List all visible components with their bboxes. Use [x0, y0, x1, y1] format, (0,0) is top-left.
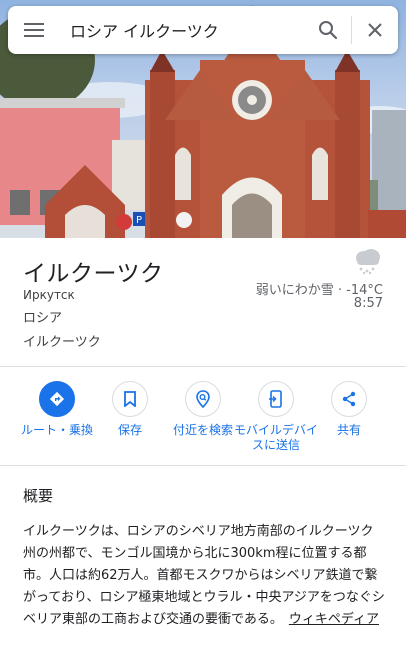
share-icon: [342, 391, 356, 407]
svg-text:P: P: [136, 215, 142, 226]
share-label: 共有: [336, 423, 361, 437]
snow-cloud-icon: [356, 249, 380, 274]
search-button[interactable]: [305, 6, 351, 54]
directions-circle[interactable]: [39, 381, 75, 417]
search-bar[interactable]: ロシア イルクーツク: [8, 6, 398, 54]
place-title: イルクーツク: [23, 261, 164, 287]
close-button[interactable]: [352, 6, 398, 54]
send-to-device-icon: [269, 390, 282, 408]
directions-icon: [49, 391, 65, 407]
search-input[interactable]: ロシア イルクーツク: [60, 18, 305, 42]
share-button[interactable]: 共有: [304, 381, 394, 438]
overview-title: 概要: [23, 487, 54, 505]
nearby-search-icon: [196, 390, 210, 408]
share-circle[interactable]: [331, 381, 367, 417]
action-bar: ルート・乗換 保存 付近を検索 モバイルデバイスに送信 共有: [0, 367, 406, 465]
place-native-name: Иркутск: [23, 288, 75, 302]
overview-text: イルクーツクは、ロシアのシベリア地方南部のイルクーツク州の州都で、モンゴル国境か…: [23, 521, 385, 631]
close-icon: [368, 23, 382, 37]
wikipedia-link[interactable]: ウィキペディア: [289, 612, 379, 627]
search-icon: [319, 21, 338, 40]
save-circle[interactable]: [112, 381, 148, 417]
place-country: ロシア: [23, 311, 63, 326]
place-header: イルクーツク Иркутск ロシア イルクーツク 弱いにわか雪 · -14°C…: [0, 238, 406, 366]
place-locality: イルクーツク: [23, 335, 101, 350]
send-to-device-circle[interactable]: [258, 381, 294, 417]
hamburger-menu-icon: [24, 23, 44, 37]
nearby-circle[interactable]: [185, 381, 221, 417]
weather-time: 8:57: [353, 296, 383, 311]
divider: [0, 465, 406, 466]
menu-button[interactable]: [8, 6, 60, 54]
bookmark-icon: [124, 391, 136, 407]
